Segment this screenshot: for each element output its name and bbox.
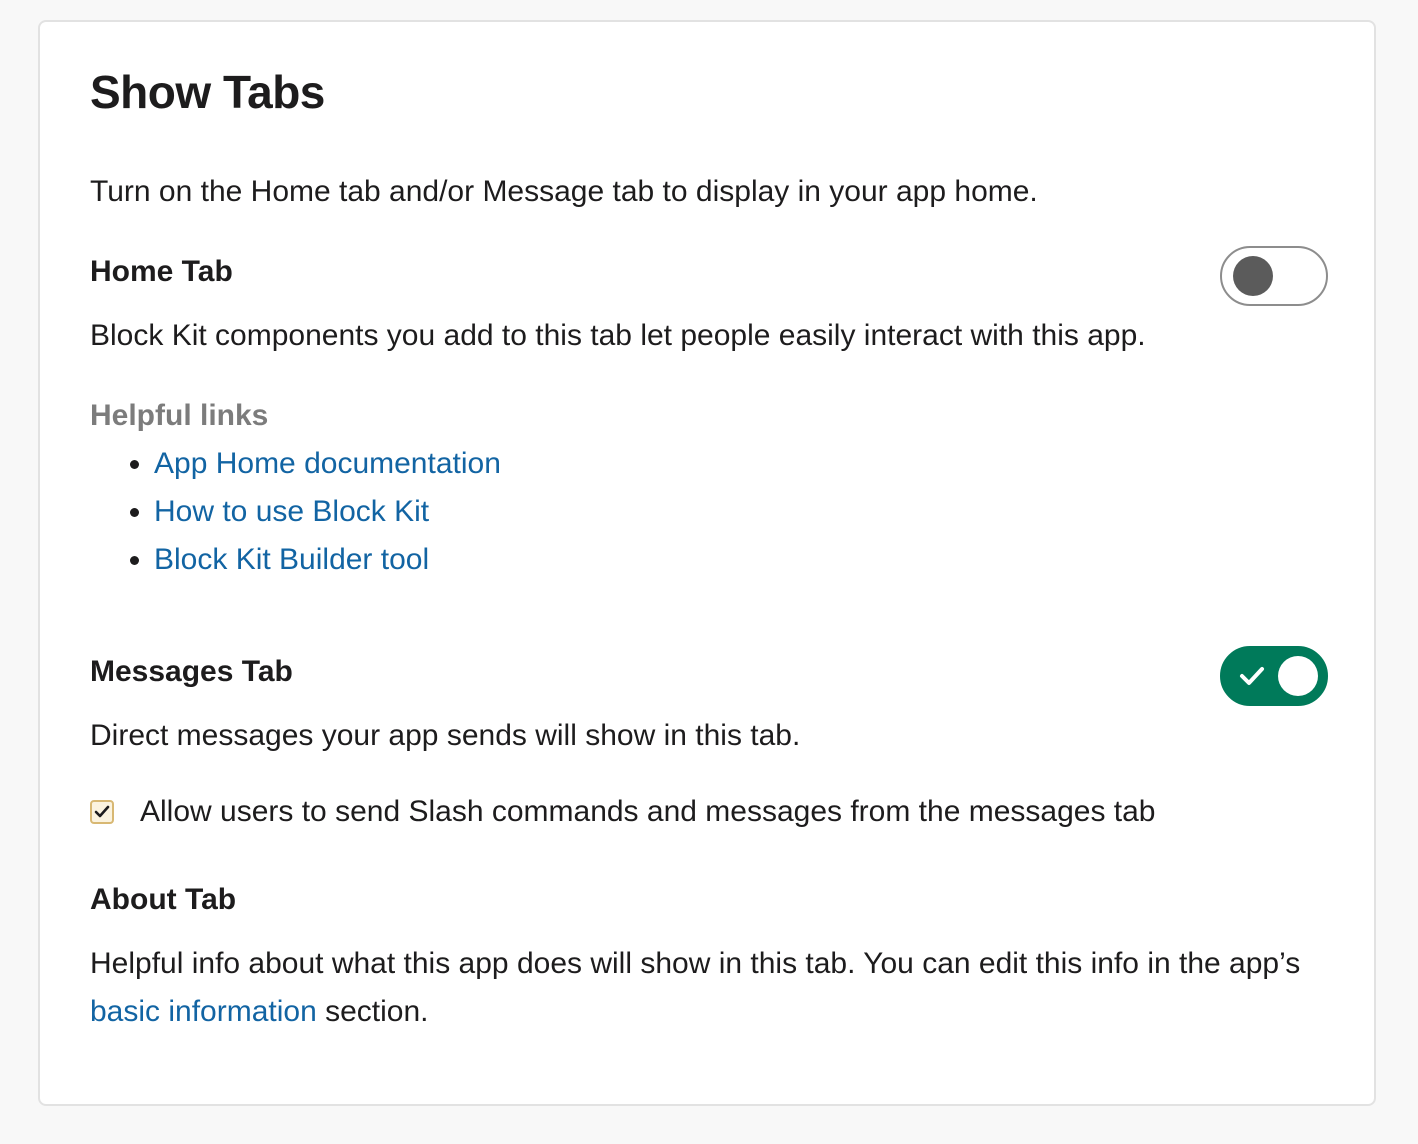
home-tab-heading: Home Tab bbox=[90, 255, 233, 288]
helpful-links-title: Helpful links bbox=[90, 399, 269, 432]
home-tab-description: Block Kit components you add to this tab… bbox=[90, 319, 1146, 352]
about-tab-description-suffix: section. bbox=[316, 995, 429, 1028]
about-tab-description: Helpful info about what this app does wi… bbox=[90, 940, 1320, 1036]
show-tabs-card: Show Tabs Turn on the Home tab and/or Me… bbox=[38, 20, 1376, 1106]
home-tab-toggle[interactable] bbox=[1220, 246, 1328, 306]
list-item: Block Kit Builder tool bbox=[154, 536, 501, 584]
about-tab-heading: About Tab bbox=[90, 883, 237, 916]
messages-tab-toggle[interactable] bbox=[1220, 646, 1328, 706]
list-item: How to use Block Kit bbox=[154, 488, 501, 536]
about-tab-description-prefix: Helpful info about what this app does wi… bbox=[90, 947, 1301, 980]
toggle-knob bbox=[1233, 256, 1273, 296]
link-how-to-use-block-kit[interactable]: How to use Block Kit bbox=[154, 495, 429, 528]
checkmark-icon bbox=[94, 805, 110, 818]
toggle-knob bbox=[1278, 656, 1318, 696]
messages-tab-description: Direct messages your app sends will show… bbox=[90, 719, 801, 752]
allow-slash-commands-checkbox[interactable] bbox=[90, 800, 114, 824]
allow-slash-commands-label[interactable]: Allow users to send Slash commands and m… bbox=[140, 788, 1156, 836]
basic-information-link[interactable]: basic information bbox=[90, 995, 317, 1028]
intro-text: Turn on the Home tab and/or Message tab … bbox=[90, 175, 1038, 208]
page-title: Show Tabs bbox=[90, 66, 325, 118]
helpful-links-list: App Home documentation How to use Block … bbox=[90, 440, 501, 584]
link-app-home-documentation[interactable]: App Home documentation bbox=[154, 447, 501, 480]
list-item: App Home documentation bbox=[154, 440, 501, 488]
link-block-kit-builder-tool[interactable]: Block Kit Builder tool bbox=[154, 543, 429, 576]
check-icon bbox=[1240, 667, 1264, 685]
messages-tab-heading: Messages Tab bbox=[90, 655, 293, 688]
